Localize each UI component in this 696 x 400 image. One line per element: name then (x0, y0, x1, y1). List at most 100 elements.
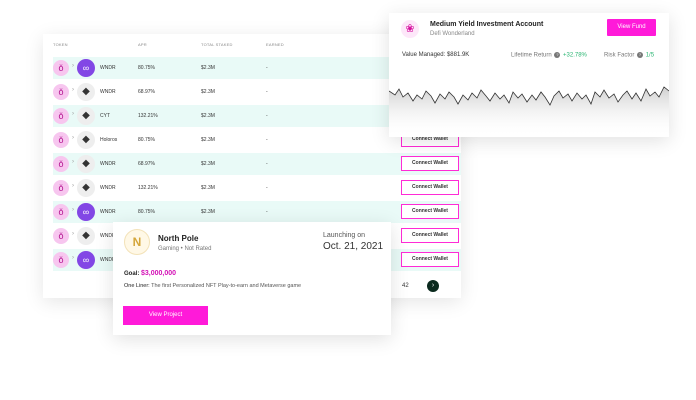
project-goal: Goal: $3,000,000 (124, 270, 176, 277)
total-staked-value: $2.3M (201, 113, 215, 119)
goal-label: Goal: (124, 271, 140, 277)
ethereum-icon: ◆ (77, 107, 95, 125)
header-total-staked: TOTAL STAKED (201, 42, 233, 47)
chevron-right-icon: › (72, 207, 74, 213)
total-staked-value: $2.3M (201, 137, 215, 143)
lifetime-return: Lifetime Return ? +32.78% (511, 52, 587, 59)
launch-label: Launching on (323, 232, 366, 239)
chainlink-icon: ∞ (77, 203, 95, 221)
table-row[interactable]: ǒ›∞ WNDR 80.75% $2.3M - Connect Wallet (53, 201, 461, 223)
token-name: Holoros (100, 137, 118, 143)
wonderland-logo-icon: ❀ (401, 20, 419, 38)
total-staked-value: $2.3M (201, 209, 215, 215)
earned-value: - (266, 137, 268, 143)
fund-manager: Defi Wonderland (430, 31, 475, 37)
value-managed-amount: $881.9K (446, 52, 470, 58)
apr-value: 132.21% (138, 113, 158, 119)
chainlink-icon: ∞ (77, 251, 95, 269)
chevron-right-icon: › (72, 87, 74, 93)
token-logo-icon: ǒ (53, 180, 69, 196)
help-icon[interactable]: ? (554, 52, 561, 58)
earned-value: - (266, 65, 268, 71)
connect-wallet-button[interactable]: Connect Wallet (401, 204, 459, 219)
north-pole-logo-icon: N (124, 229, 150, 255)
header-earned: EARNED (266, 42, 284, 47)
token-logo-icon: ǒ (53, 132, 69, 148)
earned-value: - (266, 185, 268, 191)
ethereum-icon: ◆ (77, 131, 95, 149)
risk-factor: Risk Factor ? 1/5 (604, 52, 654, 59)
launch-date: Oct. 21, 2021 (323, 241, 384, 252)
token-logo-icon: ǒ (53, 204, 69, 220)
apr-value: 80.75% (138, 65, 155, 71)
apr-value: 132.21% (138, 185, 158, 191)
apr-value: 68.97% (138, 161, 155, 167)
risk-factor-value: 1/5 (645, 52, 655, 59)
header-apr: APR (138, 42, 147, 47)
chevron-right-icon: › (72, 159, 74, 165)
token-name: WNDR (100, 65, 116, 71)
view-fund-button[interactable]: View Fund (607, 19, 656, 36)
token-logo-icon: ǒ (53, 252, 69, 268)
token-logo-icon: ǒ (53, 60, 69, 76)
earned-value: - (266, 89, 268, 95)
table-row[interactable]: ǒ›◆ WNDR 68.97% $2.3M - Connect Wallet (53, 153, 461, 175)
next-page-icon[interactable]: › (427, 280, 439, 292)
fund-title: Medium Yield Investment Account (430, 21, 544, 28)
sparkline-area (389, 87, 669, 137)
risk-factor-label: Risk Factor (604, 52, 635, 59)
chainlink-icon: ∞ (77, 59, 95, 77)
connect-wallet-button[interactable]: Connect Wallet (401, 228, 459, 243)
table-row[interactable]: ǒ › ◆ WNDR 132.21% $2.3M - Connect Wallet (53, 177, 461, 199)
help-icon[interactable]: ? (637, 52, 644, 58)
chevron-right-icon: › (72, 63, 74, 69)
chevron-right-icon: › (72, 231, 74, 237)
chevron-right-icon: › (72, 183, 74, 189)
ethereum-icon: ◆ (77, 179, 95, 197)
token-logo-icon: ǒ (53, 156, 69, 172)
lifetime-return-value: +32.78% (563, 52, 587, 59)
token-logo-icon: ǒ (53, 84, 69, 100)
page-number[interactable]: 42 (402, 283, 409, 289)
project-one-liner: One Liner: The first Personalized NFT Pl… (124, 283, 301, 289)
ethereum-icon: ◆ (77, 155, 95, 173)
total-staked-value: $2.3M (201, 185, 215, 191)
apr-value: 80.75% (138, 137, 155, 143)
one-liner-text: The first Personalized NFT Play-to-earn … (151, 283, 302, 289)
earned-value: - (266, 161, 268, 167)
token-name: WNDR (100, 185, 116, 191)
connect-wallet-button[interactable]: Connect Wallet (401, 252, 459, 267)
fund-card: ❀ Medium Yield Investment Account Defi W… (389, 13, 669, 137)
performance-sparkline (389, 86, 669, 137)
token-name: WNDR (100, 209, 116, 215)
value-managed: Value Managed: $881.9K (402, 52, 469, 58)
total-staked-value: $2.3M (201, 161, 215, 167)
total-staked-value: $2.3M (201, 89, 215, 95)
one-liner-label: One Liner: (124, 283, 150, 289)
ethereum-icon: ◆ (77, 227, 95, 245)
goal-amount: $3,000,000 (141, 270, 177, 277)
earned-value: - (266, 209, 268, 215)
project-name: North Pole (158, 234, 199, 243)
ethereum-icon: ◆ (77, 83, 95, 101)
total-staked-value: $2.3M (201, 65, 215, 71)
connect-wallet-button[interactable]: Connect Wallet (401, 180, 459, 195)
chevron-right-icon: › (72, 135, 74, 141)
project-card: N North Pole Gaming • Not Rated Launchin… (113, 222, 391, 335)
view-project-button[interactable]: View Project (123, 306, 208, 325)
header-token: TOKEN (53, 42, 68, 47)
apr-value: 68.97% (138, 89, 155, 95)
project-meta: Gaming • Not Rated (158, 246, 212, 252)
token-name: WNDR (100, 161, 116, 167)
lifetime-return-label: Lifetime Return (511, 52, 552, 59)
apr-value: 80.75% (138, 209, 155, 215)
token-logo-icon: ǒ (53, 108, 69, 124)
token-logo-icon: ǒ (53, 228, 69, 244)
token-name: CYT (100, 113, 110, 119)
earned-value: - (266, 113, 268, 119)
chevron-right-icon: › (72, 255, 74, 261)
chevron-right-icon: › (72, 111, 74, 117)
value-managed-label: Value Managed: (402, 52, 446, 58)
token-name: WNDR (100, 89, 116, 95)
connect-wallet-button[interactable]: Connect Wallet (401, 156, 459, 171)
